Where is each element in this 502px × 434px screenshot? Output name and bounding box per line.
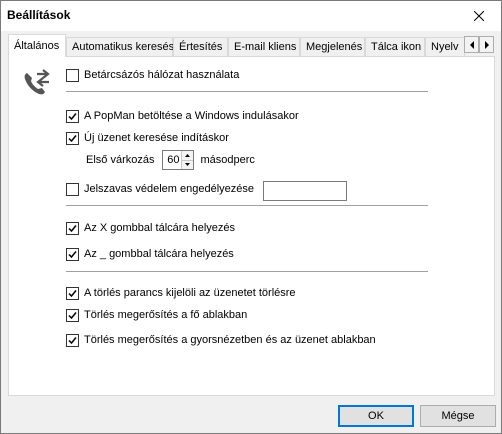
close-button[interactable] [457,1,501,31]
tab-label: Nyelv [431,41,459,53]
confirm-main-row[interactable]: Törlés megerősítés a fő ablakban [66,307,247,323]
separator [66,205,428,206]
spin-down-button[interactable] [182,159,194,169]
arrow-up-icon [185,153,191,157]
delete-marks-label: A törlés parancs kijelöli az üzenetet tö… [84,287,296,299]
load-on-startup-label: A PopMan betöltése a Windows indulásakor [84,110,299,122]
chevron-left-icon [469,40,474,49]
x-to-tray-label: Az X gombbal tálcára helyezés [84,222,236,234]
confirm-preview-checkbox[interactable] [66,333,79,347]
chevron-right-icon [484,40,489,49]
confirm-main-label: Törlés megerősítés a fő ablakban [84,309,248,321]
ok-button-label: OK [368,410,384,422]
tab-appearance[interactable]: Megjelenés [300,37,365,57]
arrow-down-icon [185,163,191,167]
separator [66,271,428,272]
tab-label: E-mail kliens [234,41,297,53]
delete-marks-row[interactable]: A törlés parancs kijelöli az üzenetet tö… [66,285,296,301]
delete-marks-checkbox[interactable] [66,286,79,300]
tab-label: Automatikus keresés [72,41,175,53]
tab-scroll-left-button[interactable] [464,36,479,53]
settings-dialog: Beállítások Általános Automatikus keresé… [0,0,502,434]
ok-button[interactable]: OK [338,405,414,427]
separator [66,91,428,92]
phone-forward-icon [24,69,50,95]
x-to-tray-row[interactable]: Az X gombbal tálcára helyezés [66,220,235,236]
first-check-value[interactable]: 60 [163,154,181,166]
check-on-start-label: Új üzenet keresése indításkor [84,132,229,144]
tab-language[interactable]: Nyelv [425,37,465,57]
underscore-to-tray-checkbox[interactable] [66,247,79,261]
load-on-startup-row[interactable]: A PopMan betöltése a Windows indulásakor [66,108,299,124]
first-check-unit: másodperc [200,154,255,166]
tab-label: Értesítés [179,41,223,53]
confirm-preview-row[interactable]: Törlés megerősítés a gyorsnézetben és az… [66,332,376,348]
close-icon [474,11,484,21]
check-on-start-checkbox[interactable] [66,131,79,145]
tab-label: Tálca ikon [371,41,422,53]
tab-general[interactable]: Általános [8,34,66,57]
window-title: Beállítások [7,8,71,22]
first-check-label: Első várkozás [86,154,155,166]
proxy-checkbox[interactable] [66,68,79,82]
tab-label: Megjelenés [306,41,363,53]
underscore-to-tray-row[interactable]: Az _ gombbal tálcára helyezés [66,246,234,262]
proxy-label: Betárcsázós hálózat használata [84,69,240,81]
tab-auto-check[interactable]: Automatikus keresés [66,37,175,57]
x-to-tray-checkbox[interactable] [66,221,79,235]
tab-notification[interactable]: Értesítés [173,37,228,57]
spin-up-button[interactable] [182,151,194,160]
password-label: Jelszavas védelem engedélyezése [84,183,254,195]
tab-label: Általános [14,40,60,52]
tab-email-client[interactable]: E-mail kliens [228,37,300,57]
confirm-preview-label: Törlés megerősítés a gyorsnézetben és az… [84,334,376,346]
password-checkbox[interactable] [66,182,79,196]
title-bar: Beállítások [1,1,501,31]
tab-scroll-right-button[interactable] [479,36,494,53]
load-on-startup-checkbox[interactable] [66,109,79,123]
password-row[interactable]: Jelszavas védelem engedélyezése [66,181,254,197]
check-on-start-row[interactable]: Új üzenet keresése indításkor [66,130,229,146]
password-input[interactable] [263,181,347,201]
tab-tray-icon[interactable]: Tálca ikon [365,37,425,57]
first-check-spinner[interactable]: 60 [162,150,195,170]
tab-strip: Általános Automatikus keresés Értesítés … [8,34,496,57]
underscore-to-tray-label: Az _ gombbal tálcára helyezés [84,248,234,260]
confirm-main-checkbox[interactable] [66,308,79,322]
cancel-button-label: Mégse [441,410,475,422]
first-check-row: Első várkozás 60 másodperc [86,150,255,170]
proxy-row[interactable]: Betárcsázós hálózat használata [66,67,239,83]
cancel-button[interactable]: Mégse [420,405,496,427]
general-panel: Betárcsázós hálózat használata A PopMan … [8,56,495,396]
